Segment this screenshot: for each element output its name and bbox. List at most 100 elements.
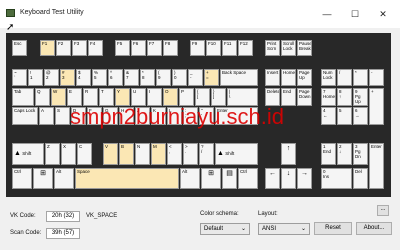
mouse-cursor-icon: ➚ xyxy=(6,22,15,33)
key-delete: Delete xyxy=(265,88,280,106)
reset-button[interactable]: Reset xyxy=(314,222,352,235)
key-numpad-decimal: Del xyxy=(353,168,368,189)
app-icon xyxy=(6,9,15,17)
key-arrow-down: ↓ xyxy=(281,168,296,189)
key-grave: ~ ` xyxy=(12,69,27,86)
key-d: D xyxy=(71,107,86,125)
key-equals: + = xyxy=(204,69,219,86)
layout-label: Layout: xyxy=(258,211,278,217)
key-numpad-add: + xyxy=(369,88,384,125)
layout-select[interactable]: ANSI ⌄ xyxy=(258,223,310,235)
key-end: End xyxy=(281,88,296,106)
layout-value: ANSI xyxy=(262,226,277,232)
key-q: Q xyxy=(35,88,50,106)
key-s: S xyxy=(55,107,70,125)
key-v: V xyxy=(103,143,118,165)
key-f1: F1 xyxy=(40,40,55,56)
key-c: C xyxy=(77,143,92,165)
key-numpad-divide: / xyxy=(337,69,352,86)
key-f10: F10 xyxy=(206,40,221,56)
key-5: % 5 xyxy=(92,69,107,86)
key-p: P xyxy=(179,88,194,106)
key-6: ^ 6 xyxy=(108,69,123,86)
scan-code-value: 39h (57) xyxy=(46,228,80,239)
key-comma: < , xyxy=(167,143,182,165)
key-caps-lock: Caps Lock xyxy=(12,107,38,125)
key-numpad-3: 3 Pg Dn xyxy=(353,143,368,165)
key-r: R xyxy=(83,88,98,106)
key-numpad-1: 1 End xyxy=(321,143,336,165)
key-f7: F7 xyxy=(147,40,162,56)
key-g: G xyxy=(103,107,118,125)
key-left-ctrl: Ctrl xyxy=(12,168,32,189)
key-right-alt: Alt xyxy=(180,168,200,189)
key-left-alt: Alt xyxy=(54,168,74,189)
key-numpad-6: 6 → xyxy=(353,107,368,125)
key-page-up: Page Up xyxy=(297,69,312,86)
key-e: E xyxy=(67,88,82,106)
maximize-button[interactable]: ☐ xyxy=(344,4,366,24)
key-right-windows-icon: ⊞ xyxy=(201,168,221,189)
key-f12: F12 xyxy=(238,40,253,56)
key-slash: ? / xyxy=(199,143,214,165)
key-l: L xyxy=(167,107,182,125)
title-bar: Keyboard Test Utility — ☐ ✕ xyxy=(0,0,400,28)
key-u: U xyxy=(131,88,146,106)
key-arrow-left: ← xyxy=(265,168,280,189)
key-space: Space xyxy=(75,168,179,189)
key-z: Z xyxy=(45,143,60,165)
key-numpad-8: 8 ↑ xyxy=(337,88,352,106)
key-right-shift: ▲ Shift xyxy=(215,143,258,165)
color-schema-select[interactable]: Default ⌄ xyxy=(200,223,250,235)
key-1: ! 1 xyxy=(28,69,43,86)
key-f6: F6 xyxy=(131,40,146,56)
key-backspace: Back Space xyxy=(220,69,258,86)
key-f9: F9 xyxy=(190,40,205,56)
key-page-down: Page Down xyxy=(297,88,312,106)
key-j: J xyxy=(135,107,150,125)
key-f: F xyxy=(87,107,102,125)
key-numpad-5: 5 xyxy=(337,107,352,125)
key-left-bracket: { [ xyxy=(195,88,210,106)
color-schema-value: Default xyxy=(204,226,224,232)
key-x: X xyxy=(61,143,76,165)
key-t: T xyxy=(99,88,114,106)
key-left-windows-icon: ⊞ xyxy=(33,168,53,189)
key-h: H xyxy=(119,107,134,125)
key-right-bracket: } ] xyxy=(211,88,226,106)
key-0: ) 0 xyxy=(172,69,187,86)
about-button[interactable]: About... xyxy=(356,222,392,235)
key-f8: F8 xyxy=(163,40,178,56)
key-numpad-subtract: - xyxy=(369,69,384,86)
chevron-down-icon: ⌄ xyxy=(240,226,246,232)
color-schema-label: Color schema: xyxy=(200,211,239,217)
key-insert: Insert xyxy=(265,69,280,86)
key-numpad-2: 2 ↓ xyxy=(337,143,352,165)
key-m: M xyxy=(151,143,166,165)
key-numpad-0: 0 Ins xyxy=(321,168,352,189)
key-right-ctrl: Ctrl xyxy=(238,168,258,189)
key-numpad-multiply: * xyxy=(353,69,368,86)
vk-name: VK_SPACE xyxy=(86,213,118,219)
key-enter: Enter xyxy=(215,107,258,125)
vk-code-value: 20h (32) xyxy=(46,211,80,222)
status-panel: VK Code: 20h (32) VK_SPACE Scan Code: 39… xyxy=(0,200,400,250)
more-options-button[interactable]: ... xyxy=(377,205,389,216)
key-f4: F4 xyxy=(88,40,103,56)
window-title: Keyboard Test Utility xyxy=(20,9,84,16)
key-numpad-4: 4 ← xyxy=(321,107,336,125)
scan-code-label: Scan Code: xyxy=(10,230,42,236)
key-numpad-enter: Enter xyxy=(369,143,384,189)
key-label: Shift xyxy=(22,150,32,156)
close-button[interactable]: ✕ xyxy=(372,4,394,24)
key-k: K xyxy=(151,107,166,125)
key-home: Home xyxy=(281,69,296,86)
minimize-button[interactable]: — xyxy=(316,4,338,24)
key-9: ( 9 xyxy=(156,69,171,86)
key-arrow-up: ↑ xyxy=(281,143,296,165)
key-w: W xyxy=(51,88,66,106)
key-esc: Esc xyxy=(12,40,27,56)
key-i: I xyxy=(147,88,162,106)
key-scroll-lock: Scroll Lock xyxy=(281,40,296,56)
key-f3: F3 xyxy=(72,40,87,56)
